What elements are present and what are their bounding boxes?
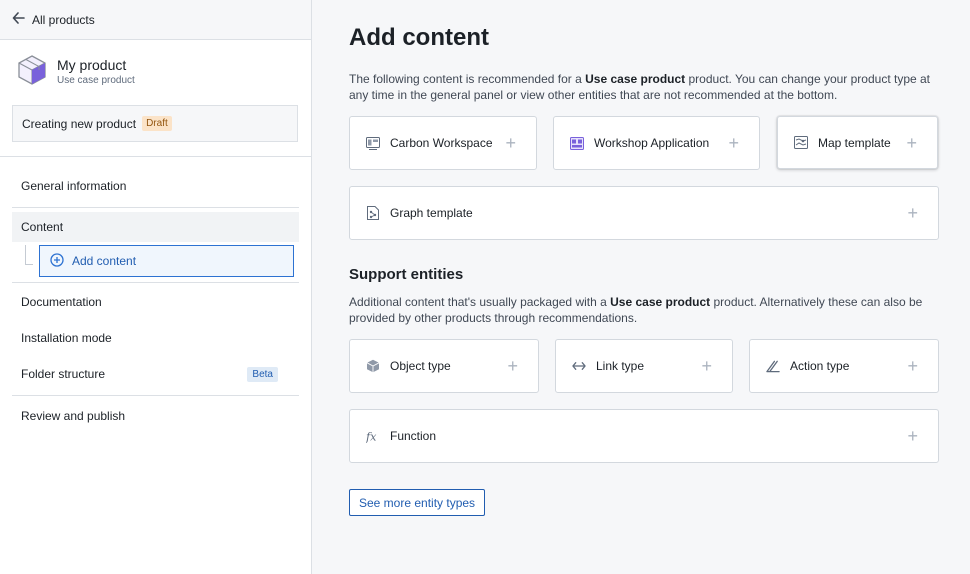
- card-graph-template[interactable]: Graph template +: [349, 186, 939, 240]
- carbon-workspace-icon: [366, 136, 380, 150]
- card-label: Graph template: [390, 206, 473, 220]
- page-title: Add content: [349, 24, 489, 51]
- action-icon: [766, 359, 780, 373]
- see-more-entity-types-button[interactable]: See more entity types: [349, 489, 486, 516]
- nav-installation-mode[interactable]: Installation mode: [0, 323, 299, 353]
- svg-text:fx: fx: [366, 430, 377, 442]
- card-label: Object type: [390, 359, 451, 373]
- card-label: Workshop Application: [594, 136, 710, 150]
- graph-icon: [366, 206, 380, 220]
- plus-icon: +: [907, 426, 918, 446]
- plus-icon: +: [906, 132, 917, 153]
- product-name: My product: [57, 57, 127, 73]
- nav-documentation-label: Documentation: [21, 295, 102, 309]
- cube-icon: [366, 359, 380, 373]
- nav-content[interactable]: Content: [12, 212, 299, 242]
- cube-icon: [16, 54, 48, 89]
- product-header: My product Use case product: [0, 40, 311, 104]
- card-label: Function: [390, 429, 437, 443]
- card-carbon-workspace[interactable]: Carbon Workspace +: [349, 116, 537, 170]
- tree-line: [25, 245, 33, 265]
- function-icon: fx: [366, 429, 380, 443]
- plus-icon: +: [728, 133, 739, 153]
- plus-icon: +: [507, 356, 518, 376]
- nav-review-and-publish[interactable]: Review and publish: [0, 401, 299, 431]
- divider: [12, 282, 299, 283]
- card-function[interactable]: fx Function +: [349, 409, 939, 463]
- nav-installation-label: Installation mode: [21, 331, 112, 345]
- sidebar: All products My product Use case product…: [0, 0, 312, 574]
- map-icon: [794, 136, 808, 150]
- support-text: Additional content that's usually packag…: [349, 295, 923, 325]
- card-action-type[interactable]: Action type +: [749, 339, 939, 393]
- back-label: All products: [32, 12, 95, 27]
- nav-content-label: Content: [21, 220, 64, 234]
- sidebar-nav: General information Content Add content …: [0, 157, 311, 431]
- product-status: Creating new product Draft: [12, 105, 298, 142]
- arrow-left-icon: [12, 12, 25, 27]
- card-label: Carbon Workspace: [390, 136, 493, 150]
- divider: [12, 207, 299, 208]
- beta-badge: Beta: [247, 366, 278, 382]
- nav-documentation[interactable]: Documentation: [0, 287, 299, 317]
- nav-add-content[interactable]: Add content: [39, 245, 294, 277]
- workshop-icon: [570, 136, 584, 150]
- divider: [12, 395, 299, 396]
- nav-folder-structure[interactable]: Folder structure Beta: [0, 359, 299, 389]
- nav-content-children: Add content: [0, 245, 311, 279]
- nav-review-label: Review and publish: [21, 409, 126, 423]
- plus-circle-icon: [50, 252, 64, 270]
- status-label: Creating new product: [22, 116, 137, 131]
- card-label: Link type: [596, 359, 645, 373]
- support-entities-title: Support entities: [349, 266, 464, 283]
- plus-icon: +: [907, 356, 918, 376]
- card-workshop-application[interactable]: Workshop Application +: [553, 116, 760, 170]
- card-label: Action type: [790, 359, 850, 373]
- add-content-label: Add content: [72, 254, 137, 268]
- plus-icon: +: [505, 133, 516, 153]
- main-panel: Add content The following content is rec…: [313, 0, 970, 574]
- nav-folder-label: Folder structure: [21, 367, 106, 381]
- nav-general-label: General information: [21, 179, 127, 193]
- card-object-type[interactable]: Object type +: [349, 339, 539, 393]
- draft-badge: Draft: [142, 116, 172, 131]
- card-link-type[interactable]: Link type +: [555, 339, 733, 393]
- arrows-horizontal-icon: [572, 359, 586, 373]
- card-label: Map template: [818, 135, 891, 150]
- product-type: Use case product: [57, 75, 135, 86]
- nav-general-information[interactable]: General information: [0, 171, 299, 201]
- plus-icon: +: [907, 203, 918, 223]
- back-to-all-products[interactable]: All products: [0, 0, 311, 40]
- card-map-template[interactable]: Map template +: [777, 116, 938, 169]
- intro-text: The following content is recommended for…: [349, 72, 931, 102]
- plus-icon: +: [701, 356, 712, 376]
